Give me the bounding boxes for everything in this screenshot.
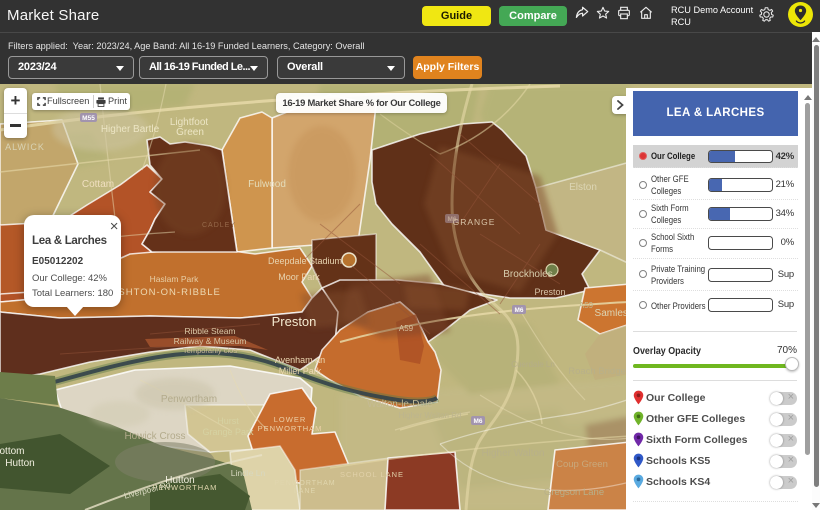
svg-text:Preston: Preston [272, 314, 317, 329]
svg-text:Cuerdale Ln: Cuerdale Ln [511, 360, 555, 369]
svg-text:Coup Green: Coup Green [556, 459, 608, 470]
svg-text:Ribble Steam: Ribble Steam [184, 326, 235, 336]
svg-text:SCHOOL LANE: SCHOOL LANE [340, 470, 404, 479]
svg-text:Moor Park: Moor Park [278, 272, 320, 282]
svg-text:Temporarily clos: Temporarily clos [183, 346, 237, 355]
svg-text:Grange Park: Grange Park [202, 427, 254, 437]
svg-text:LANE: LANE [294, 488, 316, 495]
svg-text:Howick Cross: Howick Cross [124, 431, 185, 442]
svg-text:A59: A59 [399, 324, 414, 333]
svg-text:Penwortham: Penwortham [161, 394, 217, 405]
svg-text:Elston: Elston [569, 182, 597, 193]
svg-text:Miller Park: Miller Park [279, 366, 322, 376]
svg-text:LOWER: LOWER [274, 415, 307, 424]
svg-text:M6: M6 [514, 307, 523, 314]
svg-text:Walton-le-Dale: Walton-le-Dale [367, 399, 433, 410]
svg-text:Cottam: Cottam [82, 179, 114, 190]
svg-text:Higher Bartle: Higher Bartle [101, 124, 160, 135]
svg-text:Green: Green [176, 127, 204, 138]
svg-text:Roach Bridge: Roach Bridge [568, 366, 626, 377]
svg-text:M55: M55 [82, 115, 95, 122]
svg-text:Preston: Preston [534, 287, 565, 297]
svg-text:ottom: ottom [0, 446, 25, 457]
svg-text:Avenham an: Avenham an [275, 355, 325, 365]
svg-text:Railway & Museum: Railway & Museum [174, 336, 247, 346]
svg-text:Lindle Ln: Lindle Ln [231, 468, 266, 478]
svg-text:Hutton: Hutton [5, 458, 34, 469]
svg-text:ALWICK: ALWICK [5, 142, 45, 152]
svg-text:Deepdale Stadium: Deepdale Stadium [268, 256, 342, 266]
svg-text:GRANGE: GRANGE [453, 217, 496, 227]
svg-text:Higher Walton Rd: Higher Walton Rd [399, 411, 462, 420]
svg-text:PENWORTHAM: PENWORTHAM [258, 424, 323, 433]
svg-text:Higher Walton: Higher Walton [482, 448, 545, 459]
svg-text:Brockholes: Brockholes [503, 269, 552, 280]
svg-text:Hurst: Hurst [217, 416, 239, 426]
svg-text:Fulwood: Fulwood [248, 179, 286, 190]
svg-text:Gregson Lane: Gregson Lane [544, 487, 604, 498]
svg-text:PENWORTHAM: PENWORTHAM [274, 480, 335, 487]
svg-text:CADLEY: CADLEY [202, 222, 236, 229]
svg-text:A59: A59 [579, 301, 594, 310]
svg-text:ASHTON-ON-RIBBLE: ASHTON-ON-RIBBLE [111, 287, 221, 298]
svg-text:Haslam Park: Haslam Park [150, 274, 199, 284]
svg-text:M6: M6 [473, 418, 482, 425]
